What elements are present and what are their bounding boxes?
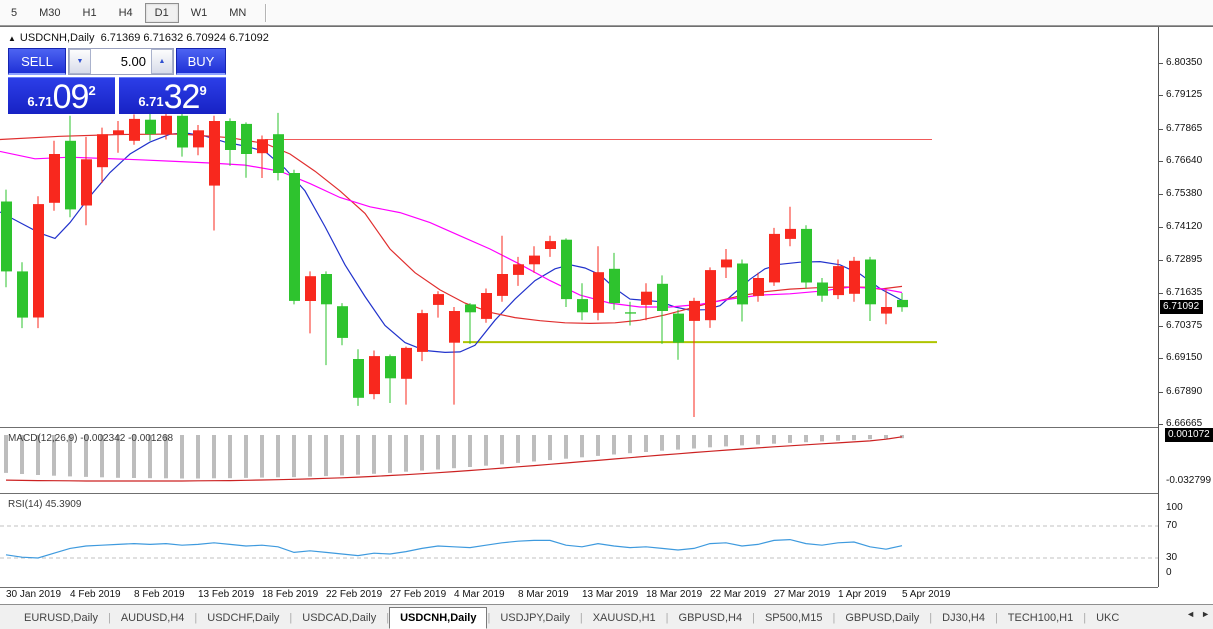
price-axis-label: 6.67890 — [1166, 386, 1202, 397]
timeframe-button-m30[interactable]: M30 — [29, 3, 70, 23]
timeframe-button-h4[interactable]: H4 — [109, 3, 143, 23]
buy-button[interactable]: BUY — [176, 48, 226, 75]
price-axis-label: 6.72895 — [1166, 254, 1202, 265]
price-tick — [1158, 424, 1163, 425]
one-click-trade-panel: SELL ▼ 5.00 ▲ BUY 6.71092 6.71329 — [8, 48, 226, 114]
tab-dj30-h4[interactable]: DJ30,H4 — [932, 608, 995, 628]
panel-splitter-highlight — [0, 428, 1158, 429]
date-axis-label: 22 Mar 2019 — [710, 589, 766, 600]
timeframe-button-h1[interactable]: H1 — [73, 3, 107, 23]
volume-input[interactable]: 5.00 — [91, 49, 151, 74]
rsi-axis-label: 30 — [1166, 552, 1177, 563]
tab-xauusd-h1[interactable]: XAUUSD,H1 — [583, 608, 666, 628]
date-axis-label: 27 Mar 2019 — [774, 589, 830, 600]
price-axis-label: 6.76640 — [1166, 155, 1202, 166]
date-axis-label: 30 Jan 2019 — [6, 589, 61, 600]
tab-gbpusd-h4[interactable]: GBPUSD,H4 — [669, 608, 753, 628]
volume-increase-button[interactable]: ▲ — [151, 49, 173, 74]
tab-usdcad-daily[interactable]: USDCAD,Daily — [292, 608, 386, 628]
tab-eurusd-daily[interactable]: EURUSD,Daily — [14, 608, 108, 628]
tab-scroll-right-icon[interactable]: ► — [1201, 609, 1210, 619]
price-axis-label: 6.80350 — [1166, 57, 1202, 68]
price-tick — [1158, 95, 1163, 96]
rsi-panel-canvas[interactable] — [0, 495, 1158, 587]
price-tick — [1158, 227, 1163, 228]
price-tick — [1158, 392, 1163, 393]
price-tick — [1158, 326, 1163, 327]
tab-scroll-left-icon[interactable]: ◄ — [1186, 609, 1195, 619]
macd-current-badge: 0.001072 — [1165, 428, 1213, 442]
date-axis-label: 5 Apr 2019 — [902, 589, 950, 600]
tab-ukc[interactable]: UKC — [1086, 608, 1129, 628]
date-axis-label: 18 Mar 2019 — [646, 589, 702, 600]
price-axis-label: 6.74120 — [1166, 221, 1202, 232]
tab-usdchf-daily[interactable]: USDCHF,Daily — [197, 608, 289, 628]
rsi-axis-label: 100 — [1166, 502, 1183, 513]
buy-price-panel[interactable]: 6.71329 — [119, 77, 226, 114]
rsi-axis-label: 70 — [1166, 520, 1177, 531]
tab-usdcnh-daily[interactable]: USDCNH,Daily — [389, 607, 487, 629]
price-axis-label: 6.77865 — [1166, 123, 1202, 134]
timeframe-toolbar: 5M30H1H4D1W1MN — [0, 0, 1213, 26]
date-axis-label: 8 Feb 2019 — [134, 589, 185, 600]
timeframe-button-5[interactable]: 5 — [1, 3, 27, 23]
volume-spinner: ▼ 5.00 ▲ — [68, 48, 174, 75]
tab-sp500-m15[interactable]: SP500,M15 — [755, 608, 832, 628]
date-axis-label: 18 Feb 2019 — [262, 589, 318, 600]
rsi-axis-label: 0 — [1166, 567, 1172, 578]
buy-price-pip: 9 — [199, 83, 206, 98]
tab-usdjpy-daily[interactable]: USDJPY,Daily — [490, 608, 580, 628]
mt4-window: 5M30H1H4D1W1MN ▲USDCNH,Daily 6.71369 6.7… — [0, 0, 1213, 629]
date-axis-label: 27 Feb 2019 — [390, 589, 446, 600]
price-tick — [1158, 260, 1163, 261]
date-axis-label: 22 Feb 2019 — [326, 589, 382, 600]
timeframe-button-d1[interactable]: D1 — [145, 3, 179, 23]
date-axis-line — [0, 587, 1158, 588]
sell-price-prefix: 6.71 — [27, 94, 52, 109]
buy-price-main: 32 — [164, 82, 200, 112]
price-axis-label: 6.69150 — [1166, 352, 1202, 363]
buy-price-prefix: 6.71 — [138, 94, 163, 109]
sell-button[interactable]: SELL — [8, 48, 66, 75]
sell-price-main: 09 — [53, 82, 89, 112]
date-axis-label: 13 Mar 2019 — [582, 589, 638, 600]
price-tick — [1158, 161, 1163, 162]
macd-axis-min-label: -0.032799 — [1166, 475, 1211, 486]
price-tick — [1158, 293, 1163, 294]
date-axis-label: 4 Feb 2019 — [70, 589, 121, 600]
price-axis-label: 6.75380 — [1166, 188, 1202, 199]
volume-decrease-button[interactable]: ▼ — [69, 49, 91, 74]
tab-gbpusd-daily[interactable]: GBPUSD,Daily — [835, 608, 929, 628]
price-axis-label: 6.71635 — [1166, 287, 1202, 298]
sell-price-panel[interactable]: 6.71092 — [8, 77, 115, 114]
rsi-label: RSI(14) 45.3909 — [8, 499, 81, 510]
chart-window: ▲USDCNH,Daily 6.71369 6.71632 6.70924 6.… — [0, 26, 1213, 587]
date-axis-label: 4 Mar 2019 — [454, 589, 505, 600]
current-price-badge: 6.71092 — [1160, 300, 1203, 314]
toolbar-separator — [265, 4, 266, 22]
price-axis-border — [1158, 27, 1159, 587]
timeframe-button-mn[interactable]: MN — [219, 3, 256, 23]
price-axis-label: 6.79125 — [1166, 89, 1202, 100]
panel-splitter-highlight — [0, 494, 1158, 495]
date-axis-label: 1 Apr 2019 — [838, 589, 886, 600]
macd-panel-canvas[interactable] — [0, 429, 1158, 493]
timeframe-button-w1[interactable]: W1 — [181, 3, 218, 23]
price-tick — [1158, 129, 1163, 130]
sell-price-pip: 2 — [88, 83, 95, 98]
date-axis-label: 13 Feb 2019 — [198, 589, 254, 600]
price-tick — [1158, 194, 1163, 195]
tab-audusd-h4[interactable]: AUDUSD,H4 — [111, 608, 195, 628]
macd-label: MACD(12,26,9) -0.002342 -0.001268 — [8, 433, 173, 444]
price-tick — [1158, 63, 1163, 64]
date-axis-label: 8 Mar 2019 — [518, 589, 569, 600]
tab-tech100-h1[interactable]: TECH100,H1 — [998, 608, 1083, 628]
price-axis-label: 6.70375 — [1166, 320, 1202, 331]
chart-tab-bar: EURUSD,Daily|AUDUSD,H4|USDCHF,Daily|USDC… — [0, 604, 1213, 629]
price-tick — [1158, 358, 1163, 359]
